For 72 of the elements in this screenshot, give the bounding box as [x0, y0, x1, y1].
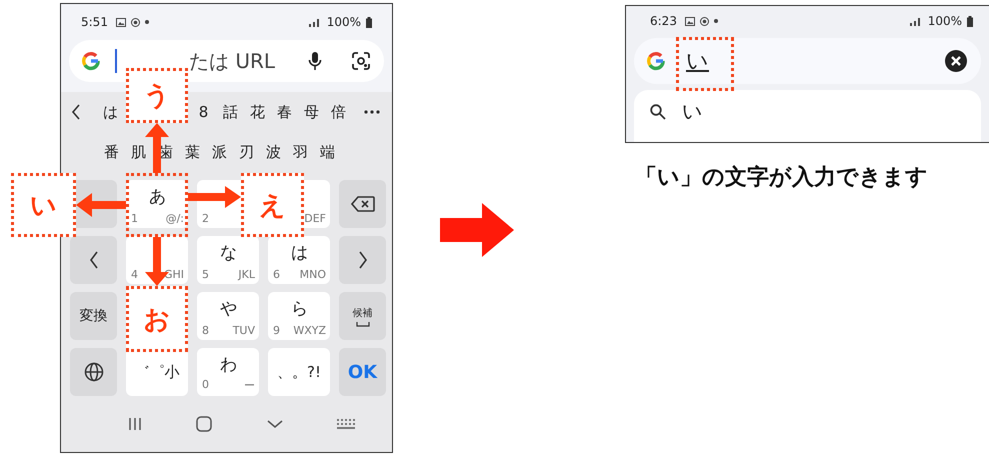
chevron-left-icon[interactable] [71, 104, 81, 120]
g-logo-icon [81, 51, 101, 71]
keyboard-key[interactable]: 、。?! [268, 348, 330, 396]
candidate-word[interactable]: は [97, 102, 124, 122]
gallery-icon [116, 18, 126, 26]
search-icon [650, 104, 666, 120]
kana-tooltip: お [126, 286, 188, 352]
recent-apps-icon[interactable] [128, 417, 142, 431]
signal-icon [308, 17, 322, 27]
camera-icon[interactable] [352, 52, 370, 70]
battery-icon [967, 16, 973, 26]
keyboard-icon[interactable] [336, 418, 355, 430]
keyboard-key[interactable]: あ 1 @/: [126, 180, 188, 228]
caption-text: 「い」の文字が入力できます [635, 164, 929, 192]
keyboard-key[interactable]: な 5 JKL [197, 236, 259, 284]
globe-icon [84, 362, 104, 382]
status-time: 5:51 [81, 15, 108, 29]
chevron-down-icon[interactable] [266, 419, 283, 429]
highlight-frame [676, 37, 734, 91]
text-cursor [115, 49, 117, 73]
more-icon[interactable] [364, 110, 380, 114]
target-icon [700, 16, 709, 26]
search-placeholder: たは URL [189, 48, 276, 74]
suggestion-text[interactable]: い [682, 98, 702, 125]
arrow-icon [76, 193, 126, 217]
chevron-left-icon [88, 251, 98, 269]
search-value: い [686, 48, 709, 76]
candidate-word[interactable]: 倍 [325, 102, 352, 122]
target-icon [130, 18, 140, 26]
keyboard-key[interactable]: ら 9 WXYZ [268, 292, 330, 340]
space-bar-icon [356, 322, 370, 326]
microphone-icon[interactable] [308, 51, 322, 71]
candidate-word[interactable]: 羽 [293, 142, 308, 162]
search-field[interactable]: い [634, 38, 981, 84]
battery-level: 100% [928, 14, 962, 28]
signal-icon [908, 16, 923, 26]
candidate-word[interactable]: 派 [212, 142, 227, 162]
keyboard-key[interactable]: や 8 TUV [197, 292, 259, 340]
candidate-word[interactable]: 番 [104, 142, 119, 162]
candidate-word[interactable]: 母 [298, 102, 325, 122]
candidate-word[interactable]: 刃 [239, 142, 254, 162]
battery-icon [366, 16, 372, 28]
search-field[interactable]: たは URL [69, 40, 384, 82]
kana-tooltip: え [241, 173, 304, 237]
backspace-icon [350, 196, 374, 212]
arrow-icon [188, 186, 241, 208]
arrow-icon [440, 203, 514, 257]
keyboard-key[interactable] [339, 180, 386, 228]
candidate-word[interactable]: 肌 [131, 142, 146, 162]
clear-icon[interactable] [945, 50, 967, 72]
chevron-right-icon [358, 251, 368, 269]
home-icon[interactable] [196, 416, 212, 432]
candidate-word[interactable]: 春 [271, 102, 298, 122]
keyboard-key[interactable] [70, 348, 117, 396]
candidate-word[interactable]: 花 [244, 102, 271, 122]
gallery-icon [684, 16, 695, 26]
candidate-word[interactable]: 葉 [185, 142, 200, 162]
convert-key[interactable]: 変換 [70, 292, 117, 340]
keyboard-key[interactable]: は 6 MNO [268, 236, 330, 284]
status-dot-icon [714, 19, 718, 23]
candidate-word[interactable]: 波 [266, 142, 281, 162]
keyboard-key[interactable]: わ 0 ー [197, 348, 259, 396]
kana-tooltip: う [126, 68, 188, 123]
kana-tooltip: い [11, 173, 76, 237]
status-dot-icon [144, 20, 149, 24]
candidate-word[interactable]: 話 [217, 102, 244, 122]
candidate-key[interactable]: 候補 [339, 292, 386, 340]
candidate-word[interactable]: 8 [190, 103, 217, 121]
status-time: 6:23 [650, 14, 677, 28]
candidate-word[interactable]: 端 [320, 142, 335, 162]
battery-level: 100% [326, 15, 361, 29]
g-logo-icon [646, 51, 666, 71]
